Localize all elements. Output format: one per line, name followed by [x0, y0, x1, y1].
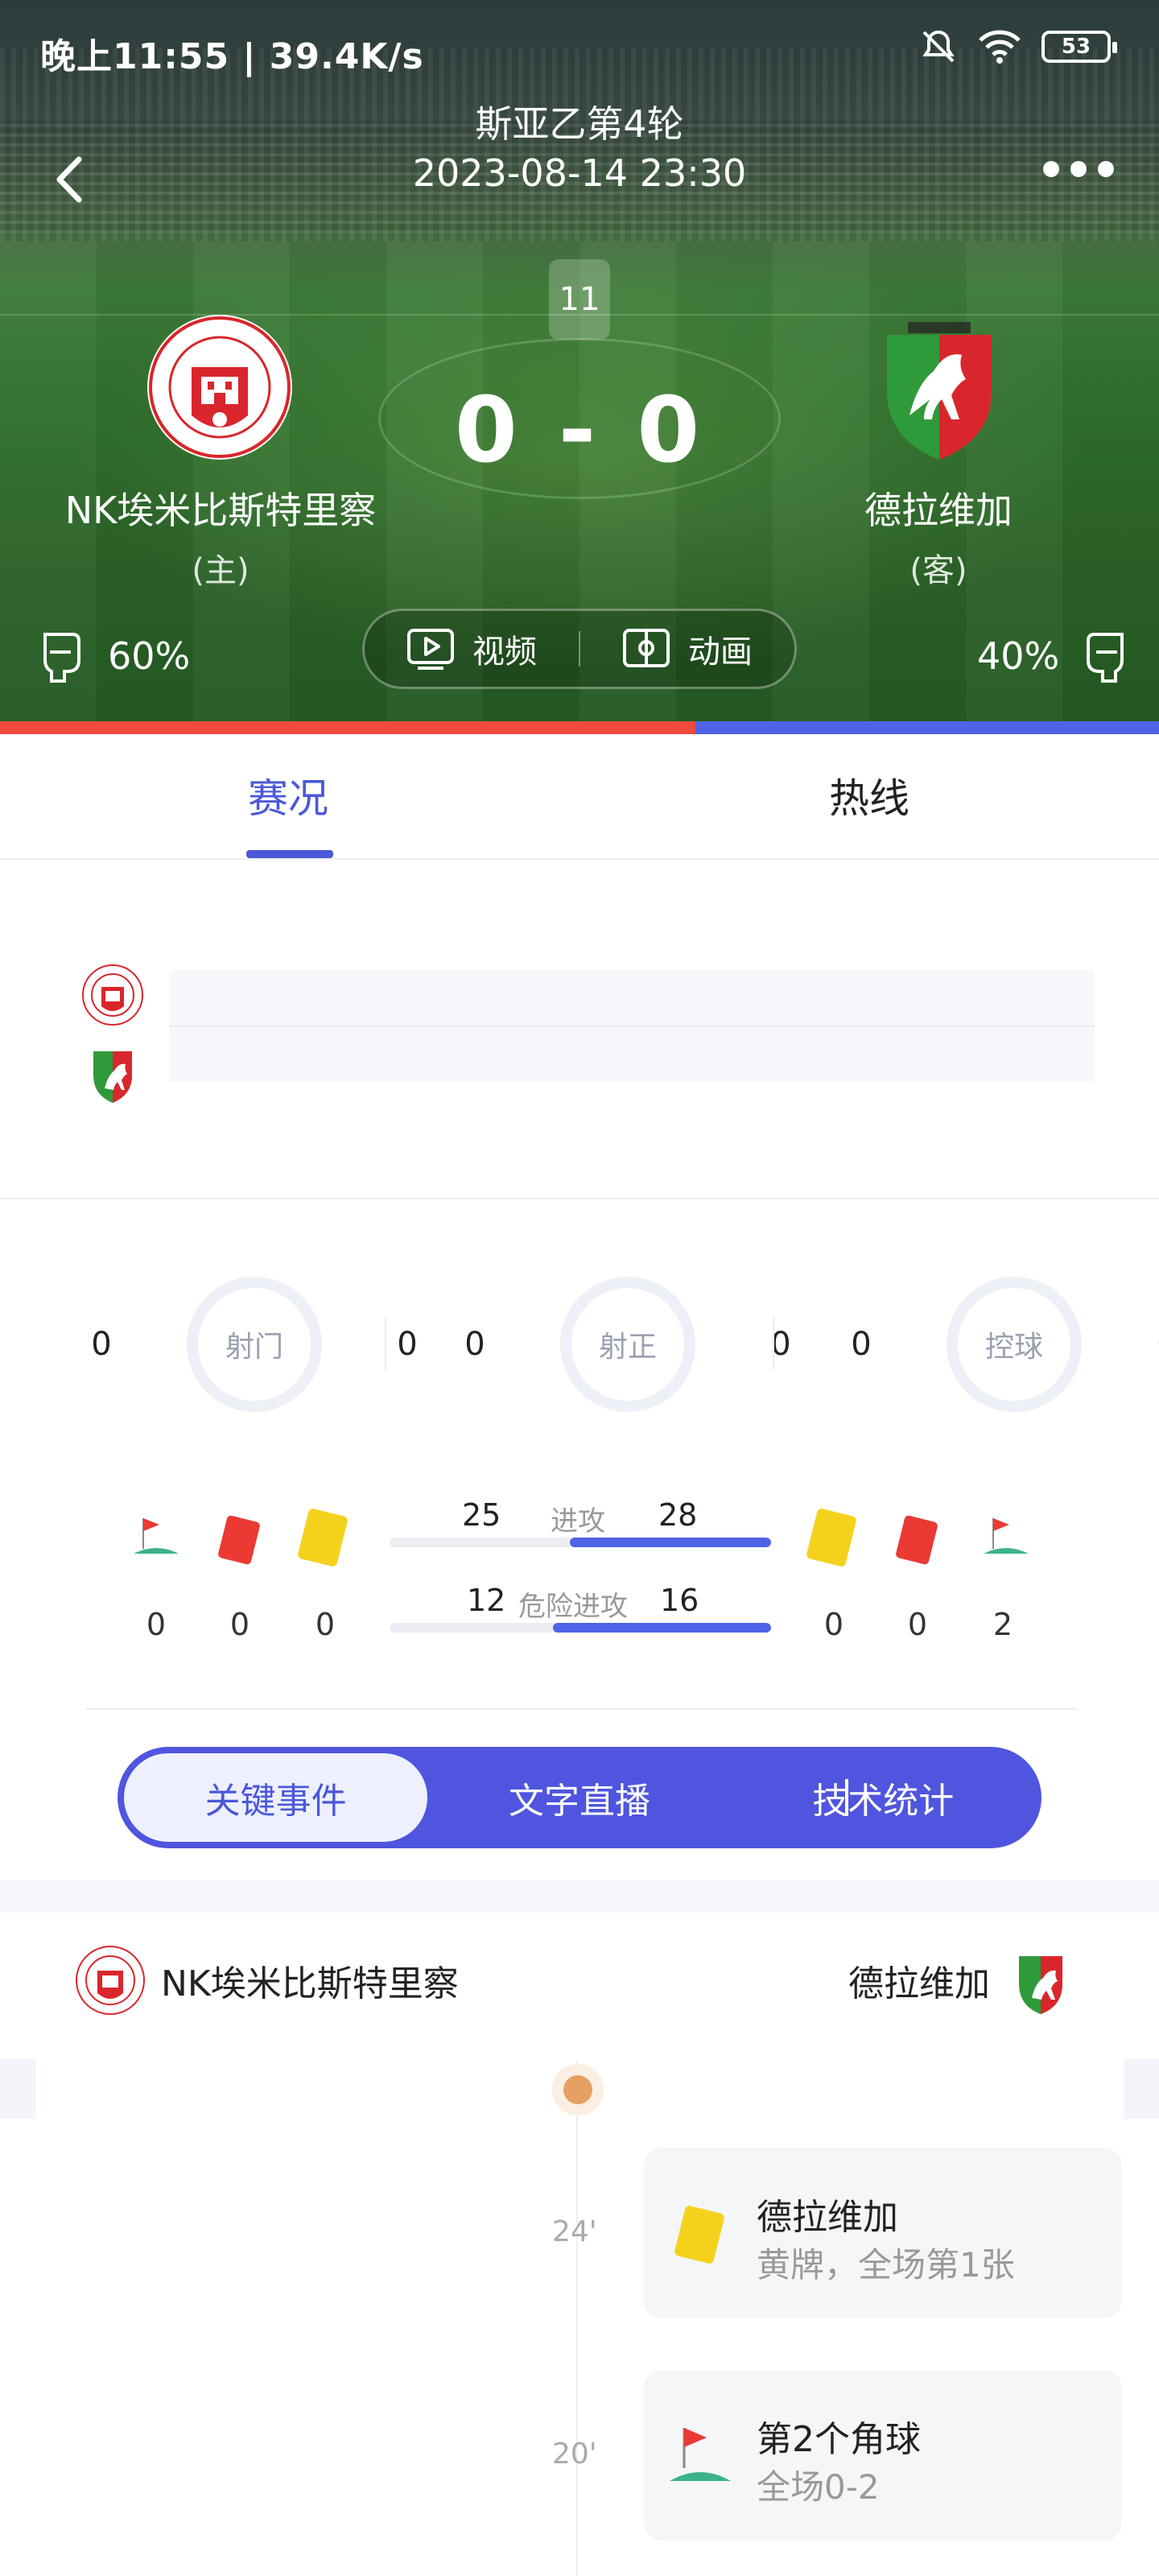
- event-description: 全场0-2: [757, 2467, 880, 2507]
- events-home-team-name: NK埃米比斯特里察: [161, 1963, 459, 2004]
- home-corner-icon: [134, 1518, 179, 1554]
- home-team-logo-small: [82, 964, 143, 1026]
- danger-attack-home-value: 12: [467, 1583, 506, 1618]
- stat-home-value: 0: [91, 1326, 112, 1363]
- away-corner-icon: [984, 1518, 1029, 1554]
- away-red-count: 0: [907, 1607, 928, 1642]
- stat-shots-on-target: 0 射正 0: [451, 1272, 805, 1417]
- match-minute-badge: 11: [549, 259, 610, 340]
- stat-possession: 0 控球 0: [837, 1272, 1159, 1417]
- events-away-team: 德拉维加: [848, 1942, 1077, 2019]
- home-glove-icon: [43, 633, 80, 683]
- possession-bar-home: [0, 721, 695, 734]
- main-tabs: 赛况 热线: [0, 734, 1159, 860]
- attack-label: 进攻: [551, 1505, 605, 1538]
- home-team-logo-small: [76, 1946, 145, 2015]
- home-team-tag: (主): [192, 552, 250, 589]
- stat-shots: 0 射门 0: [77, 1272, 431, 1417]
- video-button[interactable]: 视频: [365, 625, 579, 672]
- video-play-icon: [407, 629, 454, 670]
- attack-bar: [390, 1538, 771, 1547]
- home-corners-count: 0: [146, 1607, 167, 1642]
- events-away-team-name: 德拉维加: [848, 1963, 990, 2004]
- danger-attack-bar: [390, 1623, 771, 1633]
- attack-bar-away-fill: [569, 1538, 771, 1547]
- yellow-card-icon: [674, 2204, 725, 2265]
- pitch-animation-icon: [623, 629, 670, 667]
- segment-tech-stats[interactable]: 技术统计: [732, 1753, 1035, 1842]
- stat-ring: 控球: [947, 1277, 1082, 1412]
- event-title: 德拉维加: [757, 2197, 898, 2238]
- away-team-tag: (客): [909, 552, 967, 589]
- momentum-chart: [169, 971, 1095, 1082]
- away-yellow-count: 0: [823, 1607, 844, 1642]
- segment-text-live[interactable]: 文字直播: [427, 1753, 731, 1842]
- momentum-midline: [169, 1026, 1095, 1027]
- match-header: 晚上11:55 | 39.4K/s 53 斯亚乙第4轮 2023-08-14 2…: [0, 0, 1159, 724]
- attack-home-value: 25: [462, 1497, 501, 1533]
- events-home-team: NK埃米比斯特里察: [74, 1942, 459, 2019]
- possession-bar-away: [695, 721, 1159, 734]
- match-round: 斯亚乙第4轮: [475, 102, 684, 146]
- event-description: 黄牌，全场第1张: [757, 2245, 1015, 2285]
- away-team-logo-small: [93, 1051, 132, 1103]
- home-team-name: NK埃米比斯特里察: [64, 489, 377, 532]
- wifi-icon: [979, 30, 1021, 64]
- stat-away-value: 0: [397, 1326, 418, 1363]
- home-red-card-icon: [217, 1514, 261, 1566]
- tab-live[interactable]: 赛况: [248, 766, 328, 824]
- stat-home-value: 0: [851, 1326, 872, 1363]
- stat-away-value: 0: [770, 1326, 791, 1363]
- possession-bar: [0, 721, 1159, 734]
- events-timeline: [576, 2061, 578, 2576]
- content-segment: 关键事件 文字直播 技术统计: [118, 1747, 1041, 1848]
- away-team-logo-small: [1019, 1956, 1062, 2014]
- away-possession: 40%: [977, 634, 1060, 678]
- segment-key-events[interactable]: 关键事件: [124, 1753, 428, 1842]
- home-yellow-count: 0: [315, 1607, 336, 1642]
- corner-flag-icon: [670, 2428, 731, 2481]
- away-red-card-icon: [895, 1514, 938, 1566]
- home-possession: 60%: [108, 634, 191, 678]
- status-bar: 晚上11:55 | 39.4K/s 53: [0, 0, 1159, 97]
- danger-attack-away-value: 16: [660, 1583, 699, 1618]
- home-red-count: 0: [229, 1607, 250, 1642]
- event-title: 第2个角球: [757, 2419, 921, 2460]
- animation-button[interactable]: 动画: [580, 625, 794, 672]
- danger-attack-label: 危险进攻: [518, 1591, 628, 1623]
- media-switch: 视频 动画: [362, 609, 797, 689]
- home-yellow-card-icon: [297, 1507, 349, 1568]
- attack-away-value: 28: [658, 1497, 698, 1533]
- battery-icon: 53: [1041, 31, 1117, 63]
- event-minute: 20': [552, 2438, 597, 2471]
- stat-away-value: 0: [1143, 1326, 1159, 1363]
- mute-bell-icon: [922, 30, 955, 63]
- stat-ring: 射正: [560, 1277, 695, 1412]
- tab-underline: [246, 850, 333, 858]
- away-team-logo[interactable]: [863, 311, 1016, 464]
- event-minute: 24': [552, 2215, 597, 2248]
- event-card-corner[interactable]: 第2个角球 全场0-2: [644, 2370, 1122, 2541]
- match-datetime: 2023-08-14 23:30: [412, 151, 747, 195]
- section-divider: [0, 1198, 1159, 1199]
- danger-attack-bar-away-fill: [553, 1623, 771, 1633]
- away-yellow-card-icon: [806, 1507, 857, 1568]
- event-card-yellow[interactable]: 德拉维加 黄牌，全场第1张: [644, 2148, 1122, 2318]
- away-team-name: 德拉维加: [864, 489, 1013, 532]
- trend-team-logos: [80, 963, 145, 1114]
- stat-ring: 射门: [187, 1277, 322, 1412]
- tab-hotline[interactable]: 热线: [829, 766, 909, 824]
- status-time-speed: 晚上11:55 | 39.4K/s: [40, 36, 424, 77]
- away-glove-icon: [1087, 633, 1124, 683]
- away-corners-count: 2: [992, 1607, 1013, 1642]
- stat-home-value: 0: [464, 1326, 485, 1363]
- home-team-logo[interactable]: [143, 311, 296, 464]
